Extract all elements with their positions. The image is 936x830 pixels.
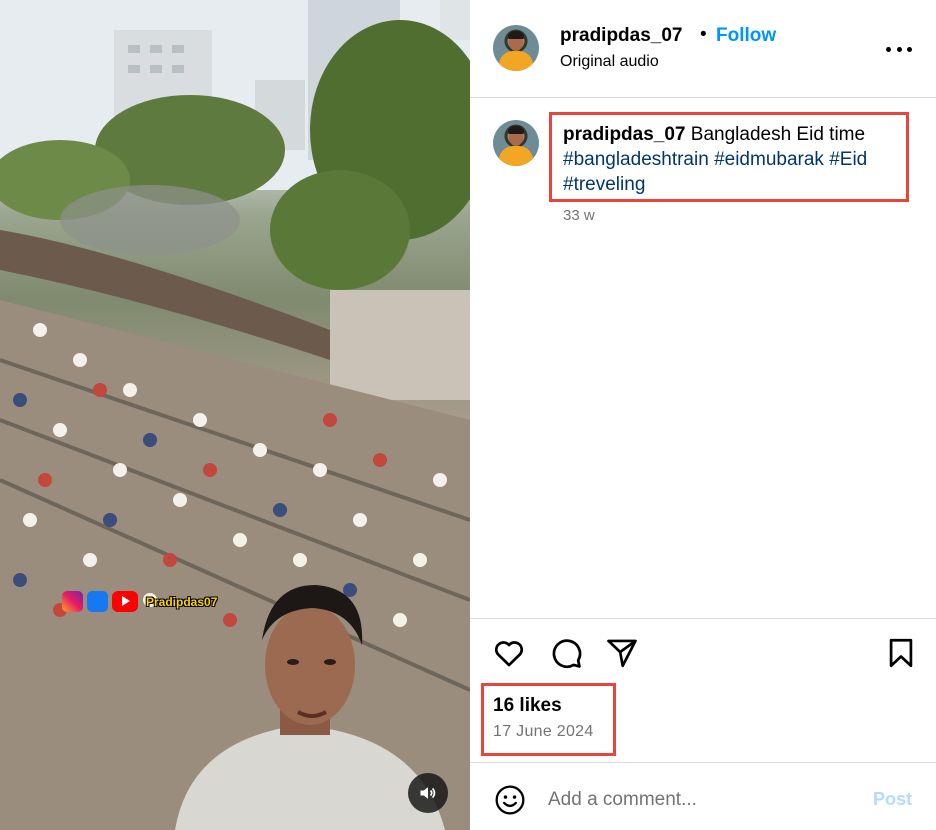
caption-avatar[interactable]	[493, 120, 539, 166]
caption-body: Bangladesh Eid time	[690, 124, 866, 145]
author-username[interactable]: pradipdas_07	[560, 25, 683, 47]
follow-button[interactable]: Follow	[716, 25, 776, 47]
video-watermark: Pradipdas07	[62, 591, 217, 612]
comment-input[interactable]	[548, 785, 848, 815]
more-horizontal-icon	[886, 46, 891, 52]
caption-text: pradipdas_07 Bangladesh Eid time #bangla…	[563, 122, 903, 197]
author-avatar[interactable]	[493, 25, 539, 71]
hashtag-link[interactable]: #Eid	[829, 149, 867, 170]
comment-icon[interactable]	[549, 636, 583, 670]
hashtag-link[interactable]: #eidmubarak	[714, 149, 824, 170]
more-options-button[interactable]	[886, 38, 912, 60]
watermark-text: Pradipdas07	[146, 594, 218, 609]
bookmark-icon[interactable]	[884, 636, 918, 670]
instagram-logo-icon	[62, 591, 83, 612]
likes-highlight-box	[481, 683, 616, 756]
post-details-panel: pradipdas_07 • Follow Original audio pra…	[470, 0, 936, 830]
post-date: 17 June 2024	[493, 723, 594, 740]
hashtag-link[interactable]: #treveling	[563, 174, 645, 195]
volume-button[interactable]	[408, 773, 448, 813]
caption-timestamp: 33 w	[563, 207, 595, 224]
header-separator: •	[700, 24, 707, 45]
emoji-icon[interactable]	[494, 784, 526, 816]
facebook-logo-icon	[87, 591, 108, 612]
send-icon[interactable]	[605, 636, 639, 670]
post-comment-button[interactable]: Post	[873, 789, 912, 810]
header-divider	[470, 97, 936, 98]
hashtag-link[interactable]: #bangladeshtrain	[563, 149, 709, 170]
likes-count[interactable]: 16 likes	[493, 695, 562, 717]
actions-divider	[470, 618, 936, 619]
comment-divider	[470, 762, 936, 763]
audio-link[interactable]: Original audio	[560, 53, 659, 71]
caption-username[interactable]: pradipdas_07	[563, 124, 686, 145]
youtube-logo-icon	[112, 591, 138, 612]
video-frame	[0, 0, 470, 830]
post-video[interactable]: Pradipdas07	[0, 0, 470, 830]
heart-icon[interactable]	[492, 636, 526, 670]
volume-icon	[420, 787, 436, 799]
